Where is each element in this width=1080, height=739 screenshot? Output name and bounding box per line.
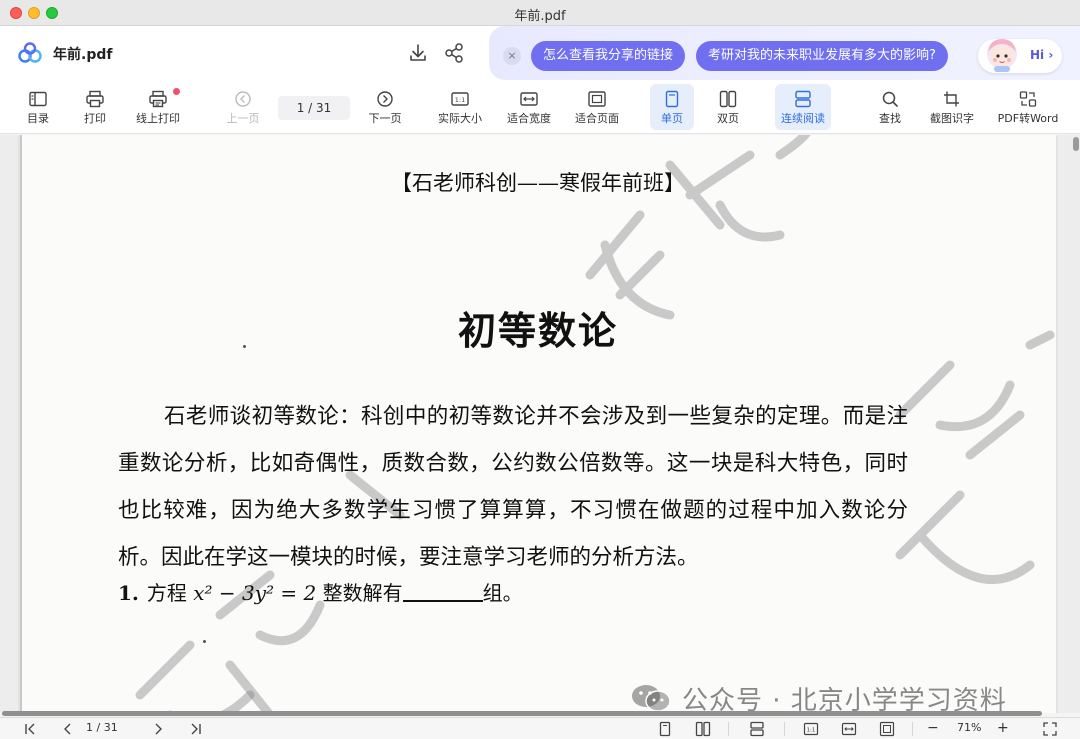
fullscreen-icon[interactable] xyxy=(1042,721,1058,737)
chevron-right-circle-icon xyxy=(377,91,393,107)
doc-title: 初等数论 xyxy=(457,308,618,353)
continuous-reading-icon[interactable] xyxy=(749,721,765,737)
last-page-icon[interactable] xyxy=(188,721,204,737)
bottom-divider xyxy=(784,722,785,736)
online-printer-icon xyxy=(149,90,167,108)
continuous-reading-icon xyxy=(795,90,811,108)
convert-icon xyxy=(1019,91,1037,107)
single-page-icon xyxy=(665,90,679,108)
zoom-level[interactable]: 71% xyxy=(957,721,981,734)
ai-assistant-bar: × 怎么查看我分享的链接 考研对我的未来职业发展有多大的影响? Hi › xyxy=(489,26,1080,80)
svg-text:1:1: 1:1 xyxy=(455,96,465,104)
fit-page-icon[interactable] xyxy=(879,721,895,737)
assistant-avatar-icon xyxy=(987,39,1017,72)
fit-width-button[interactable]: 适合宽度 xyxy=(499,84,559,130)
screenshot-ocr-label: 截图识字 xyxy=(930,112,974,125)
catalog-button[interactable]: 目录 xyxy=(8,84,68,130)
page-number-input[interactable]: 1 / 31 xyxy=(278,96,350,120)
actual-size-icon[interactable]: 1:1 xyxy=(803,721,819,737)
problem-prefix: 方程 xyxy=(146,581,187,605)
close-icon[interactable]: × xyxy=(503,47,521,65)
find-button[interactable]: 查找 xyxy=(860,84,920,130)
pdf-reader-window: 年前.pdf 年前.pdf × 怎么查看我分享的链接 考研对我的未来职业发展有多… xyxy=(0,0,1080,739)
pdf-to-word-button[interactable]: PDF转Word xyxy=(994,84,1062,130)
document-viewport[interactable]: 【石老师科创——寒假年前班】 初等数论 石老师谈初等数论：科创中的初等数论并不会… xyxy=(0,135,1080,713)
screenshot-ocr-button[interactable]: 截图识字 xyxy=(922,84,982,130)
find-label: 查找 xyxy=(879,112,901,125)
double-page-label: 双页 xyxy=(717,112,739,125)
svg-text:1:1: 1:1 xyxy=(807,728,816,734)
problem-number: 1. xyxy=(118,581,139,605)
notification-dot xyxy=(173,88,180,95)
zoom-out-button[interactable]: − xyxy=(927,721,939,737)
assistant-hi-label: Hi › xyxy=(1030,48,1054,62)
double-page-icon xyxy=(719,90,737,108)
bottom-divider xyxy=(728,722,729,736)
screenshot-crop-icon xyxy=(944,91,959,107)
fit-width-icon[interactable] xyxy=(841,721,857,737)
problem-middle: 整数解有 xyxy=(322,581,403,605)
chevron-left-icon[interactable] xyxy=(60,721,76,737)
chevron-left-circle-icon xyxy=(235,91,251,107)
document-header: 年前.pdf × 怎么查看我分享的链接 考研对我的未来职业发展有多大的影响? H… xyxy=(0,26,1080,80)
sidebar-icon xyxy=(29,91,47,107)
next-page-label: 下一页 xyxy=(368,112,402,125)
bottom-divider xyxy=(912,722,913,736)
prev-page-label: 上一页 xyxy=(226,112,260,125)
single-page-label: 单页 xyxy=(661,112,683,125)
fit-page-icon xyxy=(588,91,606,107)
vertical-scroll-thumb[interactable] xyxy=(1073,137,1079,151)
single-page-button[interactable]: 单页 xyxy=(650,84,694,130)
suggestion-chip-share-link[interactable]: 怎么查看我分享的链接 xyxy=(531,41,686,71)
actual-size-label: 实际大小 xyxy=(438,112,482,125)
single-page-icon[interactable] xyxy=(657,721,673,737)
continuous-reading-label: 连续阅读 xyxy=(781,112,825,125)
double-page-icon[interactable] xyxy=(695,721,711,737)
share-icon[interactable] xyxy=(443,42,465,64)
print-label: 打印 xyxy=(84,112,106,125)
online-print-label: 线上打印 xyxy=(136,112,180,125)
window-title: 年前.pdf xyxy=(514,9,566,24)
double-page-button[interactable]: 双页 xyxy=(706,84,750,130)
chevron-right-icon[interactable] xyxy=(150,721,166,737)
pdf-to-word-label: PDF转Word xyxy=(997,112,1059,125)
prev-page-button[interactable]: 上一页 xyxy=(213,84,273,130)
fit-width-icon xyxy=(520,92,538,106)
continuous-reading-button[interactable]: 连续阅读 xyxy=(775,84,831,130)
printer-icon xyxy=(86,90,104,108)
doc-course-header: 【石老师科创——寒假年前班】 xyxy=(391,171,685,195)
doc-intro-paragraph: 石老师谈初等数论：科创中的初等数论并不会涉及到一些复杂的定理。而是注重数论分析，… xyxy=(118,404,908,570)
zoom-in-button[interactable]: + xyxy=(997,721,1009,737)
catalog-label: 目录 xyxy=(27,112,49,125)
horizontal-scroll-thumb[interactable] xyxy=(2,711,1042,716)
problem-suffix: 组。 xyxy=(482,581,523,605)
wechat-logo-icon xyxy=(632,685,671,712)
bottom-navigation-bar: 1 / 31 1:1 − 71% + xyxy=(0,717,1080,739)
app-logo-icon xyxy=(18,42,42,63)
doc-problem-1: 1. 方程 x² − 3y² = 2 整数解有 组。 xyxy=(118,577,523,606)
title-bar: 年前.pdf xyxy=(0,0,1080,26)
pdf-page: 【石老师科创——寒假年前班】 初等数论 石老师谈初等数论：科创中的初等数论并不会… xyxy=(20,135,1056,713)
bottom-page-indicator[interactable]: 1 / 31 xyxy=(86,721,118,734)
scan-speck xyxy=(243,345,246,348)
answer-blank xyxy=(402,584,483,602)
vertical-scrollbar[interactable] xyxy=(1073,135,1080,713)
actual-size-icon: 1:1 xyxy=(451,92,469,106)
print-button[interactable]: 打印 xyxy=(65,84,125,130)
problem-equation: x² − 3y² = 2 xyxy=(193,581,317,605)
online-print-button[interactable]: 线上打印 xyxy=(128,84,188,130)
download-icon[interactable] xyxy=(407,42,429,64)
main-toolbar: 目录 打印 线上打印 上一页 1 / 31 下一页 1:1 实际大小 适合宽度 … xyxy=(0,80,1080,134)
file-name: 年前.pdf xyxy=(53,47,113,63)
first-page-icon[interactable] xyxy=(22,721,38,737)
actual-size-button[interactable]: 1:1 实际大小 xyxy=(430,84,490,130)
fit-page-label: 适合页面 xyxy=(575,112,619,125)
search-icon xyxy=(882,91,898,107)
suggestion-chip-career[interactable]: 考研对我的未来职业发展有多大的影响? xyxy=(696,41,948,71)
scan-speck xyxy=(203,640,206,643)
next-page-button[interactable]: 下一页 xyxy=(355,84,415,130)
assistant-hi-button[interactable]: Hi › xyxy=(978,39,1062,73)
fit-width-label: 适合宽度 xyxy=(507,112,551,125)
fit-page-button[interactable]: 适合页面 xyxy=(567,84,627,130)
